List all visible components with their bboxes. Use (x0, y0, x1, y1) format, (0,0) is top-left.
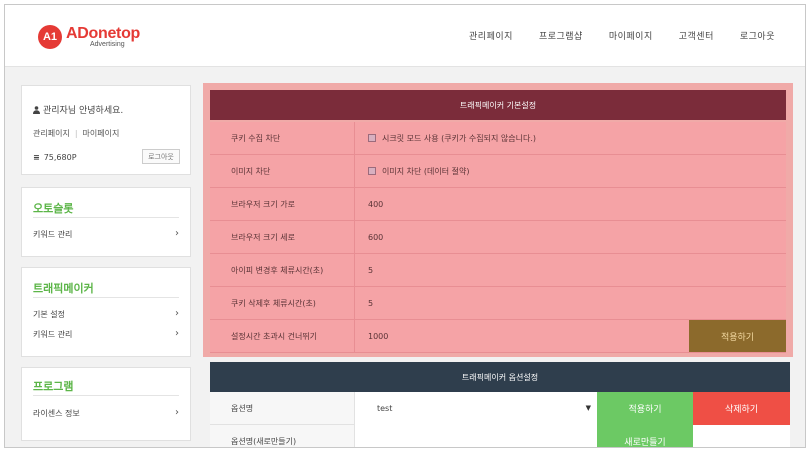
app-frame: A1 ADonetop Advertising 관리페이지 프로그램샵 마이페이… (4, 4, 806, 448)
option-create-button[interactable]: 새로만들기 (597, 425, 693, 447)
menu-divider (33, 395, 179, 396)
sidebar-item-autoslot-keywords[interactable]: 키워드 관리 › (33, 228, 179, 240)
option-select-value: test (377, 404, 393, 413)
nav-program-shop[interactable]: 프로그램샵 (539, 29, 583, 42)
option-row-label: 옵션명 (210, 392, 355, 425)
sidebar-logout-button[interactable]: 로그아웃 (142, 149, 180, 164)
user-icon (33, 106, 40, 114)
browser-height-input[interactable]: 600 (368, 221, 383, 253)
settings-row-label: 아이피 변경후 체류시간(초) (210, 254, 355, 286)
sidebar-item-label: 라이센스 정보 (33, 409, 80, 418)
option-apply-button[interactable]: 적용하기 (597, 392, 693, 425)
top-nav: 관리페이지 프로그램샵 마이페이지 고객센터 로그아웃 (469, 29, 775, 42)
chevron-right-icon: › (175, 407, 179, 418)
option-name-select[interactable]: test ▼ (355, 392, 597, 425)
checkbox-label: 시크릿 모드 사용 (쿠키가 수집되지 않습니다.) (382, 133, 536, 143)
greeting-text: 관리자님 안녕하세요. (43, 106, 124, 116)
cookie-dwell-input[interactable]: 5 (368, 287, 373, 319)
sidebar-item-label: 키워드 관리 (33, 230, 73, 239)
logo-text: ADonetop Advertising (66, 25, 141, 49)
link-admin-page[interactable]: 관리페이지 (33, 129, 70, 138)
option-row-new: 옵션명(새로만들기) 새로만들기 (210, 425, 790, 447)
menu-title-trafficmaker: 트래픽메이커 (33, 282, 94, 295)
settings-row-label: 이미지 차단 (210, 155, 355, 187)
menu-card-program: 프로그램 라이센스 정보 › (21, 367, 191, 441)
settings-row-browser-width: 브라우저 크기 가로 400 (210, 188, 786, 221)
points-value: 75,680P (43, 153, 77, 162)
sidebar-item-trafficmaker-keywords[interactable]: 키워드 관리 › (33, 328, 179, 340)
browser-width-input[interactable]: 400 (368, 188, 383, 220)
nav-logout[interactable]: 로그아웃 (740, 29, 775, 42)
points-display: ≡ 75,680P (33, 153, 77, 162)
link-my-page[interactable]: 마이페이지 (83, 129, 120, 138)
chevron-right-icon: › (175, 228, 179, 239)
chevron-right-icon: › (175, 308, 179, 319)
menu-lines-icon: ≡ (33, 153, 40, 162)
settings-row-label: 설정시간 초과시 건너뛰기 (210, 320, 355, 352)
option-delete-button[interactable]: 삭제하기 (693, 392, 790, 425)
settings-row-cookie-dwell: 쿠키 삭제후 체류시간(초) 5 (210, 287, 786, 320)
settings-row-label: 쿠키 수집 차단 (210, 122, 355, 154)
sidebar-item-label: 키워드 관리 (33, 330, 73, 339)
checkbox-label: 이미지 차단 (데이터 절약) (382, 166, 470, 176)
logo[interactable]: A1 ADonetop Advertising (38, 25, 140, 49)
sidebar-item-license-info[interactable]: 라이센스 정보 › (33, 407, 179, 419)
option-row-label: 옵션명(새로만들기) (210, 425, 355, 447)
settings-row-value: 시크릿 모드 사용 (쿠키가 수집되지 않습니다.) (368, 122, 536, 154)
nav-my-page[interactable]: 마이페이지 (609, 29, 653, 42)
new-option-name-input[interactable] (355, 425, 597, 447)
nav-admin-page[interactable]: 관리페이지 (469, 29, 513, 42)
settings-row-image-block: 이미지 차단 이미지 차단 (데이터 절약) (210, 155, 786, 188)
link-separator: | (74, 129, 78, 138)
sidebar-item-basic-settings[interactable]: 기본 설정 › (33, 308, 179, 320)
image-block-checkbox[interactable] (368, 167, 376, 175)
settings-row-label: 브라우저 크기 세로 (210, 221, 355, 253)
settings-row-browser-height: 브라우저 크기 세로 600 (210, 221, 786, 254)
secret-mode-checkbox[interactable] (368, 134, 376, 142)
user-greeting: 관리자님 안녕하세요. (33, 103, 123, 116)
settings-row-timeout-skip: 설정시간 초과시 건너뛰기 1000 적용하기 (210, 320, 786, 353)
settings-row-label: 브라우저 크기 가로 (210, 188, 355, 220)
settings-row-ip-dwell: 아이피 변경후 체류시간(초) 5 (210, 254, 786, 287)
basic-settings-panel: 트래픽메이커 기본설정 쿠키 수집 차단 시크릿 모드 사용 (쿠키가 수집되지… (203, 83, 793, 357)
settings-row-value: 이미지 차단 (데이터 절약) (368, 155, 469, 187)
logo-main-text: ADonetop (66, 25, 141, 42)
option-settings-title: 트래픽메이커 옵션설정 (210, 362, 790, 392)
menu-title-autoslot: 오토슬롯 (33, 202, 74, 215)
logo-sub-text: Advertising (90, 41, 125, 48)
top-header: A1 ADonetop Advertising 관리페이지 프로그램샵 마이페이… (5, 5, 805, 67)
menu-divider (33, 297, 179, 298)
timeout-skip-input[interactable]: 1000 (368, 320, 388, 352)
settings-row-cookie-block: 쿠키 수집 차단 시크릿 모드 사용 (쿠키가 수집되지 않습니다.) (210, 122, 786, 155)
menu-divider (33, 217, 179, 218)
nav-customer-center[interactable]: 고객센터 (679, 29, 714, 42)
sidebar-item-label: 기본 설정 (33, 310, 65, 319)
chevron-right-icon: › (175, 328, 179, 339)
option-row-name: 옵션명 test ▼ 적용하기 삭제하기 (210, 392, 790, 425)
menu-card-trafficmaker: 트래픽메이커 기본 설정 › 키워드 관리 › (21, 267, 191, 357)
settings-row-label: 쿠키 삭제후 체류시간(초) (210, 287, 355, 319)
basic-settings-title: 트래픽메이커 기본설정 (210, 90, 786, 120)
ip-dwell-input[interactable]: 5 (368, 254, 373, 286)
empty-cell (693, 425, 790, 447)
user-card: 관리자님 안녕하세요. 관리페이지 | 마이페이지 ≡ 75,680P 로그아웃 (21, 85, 191, 175)
menu-card-autoslot: 오토슬롯 키워드 관리 › (21, 187, 191, 257)
logo-badge: A1 (38, 25, 62, 49)
menu-title-program: 프로그램 (33, 380, 74, 393)
settings-apply-button[interactable]: 적용하기 (689, 320, 786, 352)
caret-down-icon: ▼ (585, 404, 591, 412)
user-links: 관리페이지 | 마이페이지 (33, 128, 119, 139)
